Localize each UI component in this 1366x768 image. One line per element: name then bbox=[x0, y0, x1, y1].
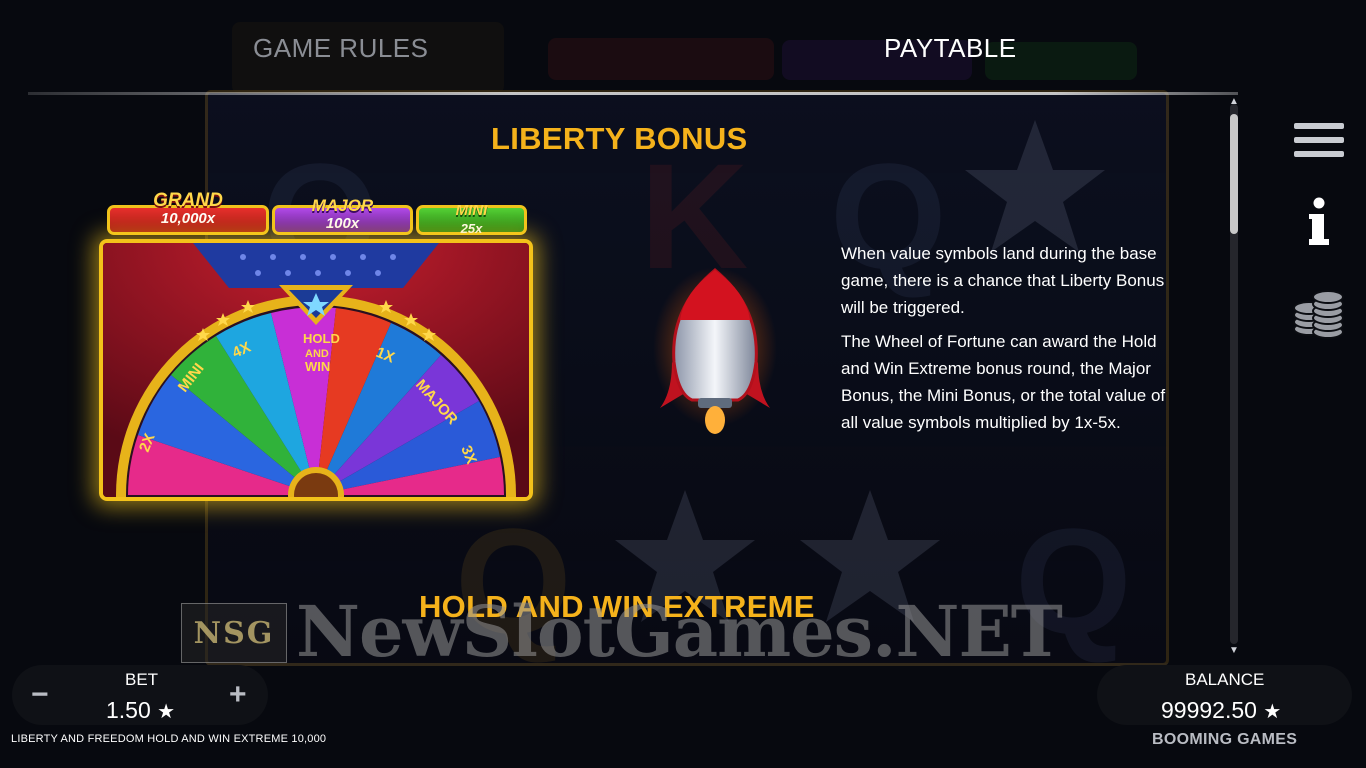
major-jackpot-badge: MAJOR 100x bbox=[272, 197, 413, 235]
menu-icon bbox=[1294, 123, 1344, 157]
decrease-bet-button[interactable]: − bbox=[31, 680, 49, 710]
liberty-bonus-description: When value symbols land during the base … bbox=[841, 240, 1171, 443]
game-name: LIBERTY AND FREEDOM HOLD AND WIN EXTREME… bbox=[11, 733, 327, 745]
scrollbar[interactable] bbox=[1230, 104, 1238, 644]
info-icon bbox=[1309, 197, 1329, 245]
scrollbar-thumb[interactable] bbox=[1230, 114, 1238, 234]
wheel-hub-text: WIN bbox=[305, 359, 330, 374]
wheel-of-fortune-image: 2X MINI 4X 1X MAJOR 3X HOLD AND WIN bbox=[99, 239, 533, 501]
watermark-text: NewSlotGames.NET bbox=[296, 590, 1063, 673]
description-paragraph: The Wheel of Fortune can award the Hold … bbox=[841, 332, 1166, 432]
watermark-logo-text: NSG bbox=[193, 615, 275, 651]
mini-jackpot-value: 25x bbox=[460, 221, 483, 236]
coins-icon bbox=[1293, 290, 1344, 339]
balance-label: BALANCE bbox=[1185, 670, 1265, 689]
bet-amount: 1.50 bbox=[106, 697, 151, 723]
grand-jackpot-badge: GRAND 10,000x bbox=[107, 191, 269, 235]
star-icon: ★ bbox=[157, 701, 176, 723]
info-button[interactable] bbox=[1293, 196, 1345, 248]
tab-game-rules[interactable]: GAME RULES bbox=[253, 33, 429, 64]
bet-settings-button[interactable] bbox=[1293, 288, 1345, 340]
wheel-graphic: 2X MINI 4X 1X MAJOR 3X HOLD AND WIN bbox=[103, 243, 529, 497]
wheel-hub-text: HOLD bbox=[303, 331, 340, 346]
scroll-down-icon[interactable]: ▼ bbox=[1228, 646, 1240, 656]
section-title-liberty-bonus: LIBERTY BONUS bbox=[491, 121, 748, 156]
bet-label: BET bbox=[125, 670, 159, 689]
major-jackpot-value: 100x bbox=[325, 215, 360, 232]
balance-value: 99992.50 ★ bbox=[1161, 697, 1281, 724]
watermark-logo: NSG bbox=[181, 603, 287, 663]
mini-jackpot-name: MINI bbox=[455, 202, 488, 219]
brand-logo: BOOMING GAMES bbox=[1152, 731, 1298, 748]
rocket-icon bbox=[653, 267, 777, 434]
balance-amount: 99992.50 bbox=[1161, 697, 1257, 723]
bet-value: 1.50 ★ bbox=[106, 697, 175, 724]
menu-button[interactable] bbox=[1293, 114, 1345, 166]
star-icon: ★ bbox=[1263, 701, 1282, 723]
bg-star-icon bbox=[965, 120, 1105, 252]
major-jackpot-name: MAJOR bbox=[311, 196, 374, 215]
mini-jackpot-badge: MINI 25x bbox=[416, 202, 527, 236]
description-paragraph: When value symbols land during the base … bbox=[841, 244, 1165, 317]
grand-jackpot-value: 10,000x bbox=[160, 210, 216, 227]
tab-paytable[interactable]: PAYTABLE bbox=[884, 33, 1017, 64]
bg-grand-jackpot bbox=[548, 38, 774, 80]
grand-jackpot-name: GRAND bbox=[153, 190, 223, 211]
increase-bet-button[interactable]: + bbox=[229, 680, 247, 710]
tab-divider bbox=[28, 92, 1238, 95]
